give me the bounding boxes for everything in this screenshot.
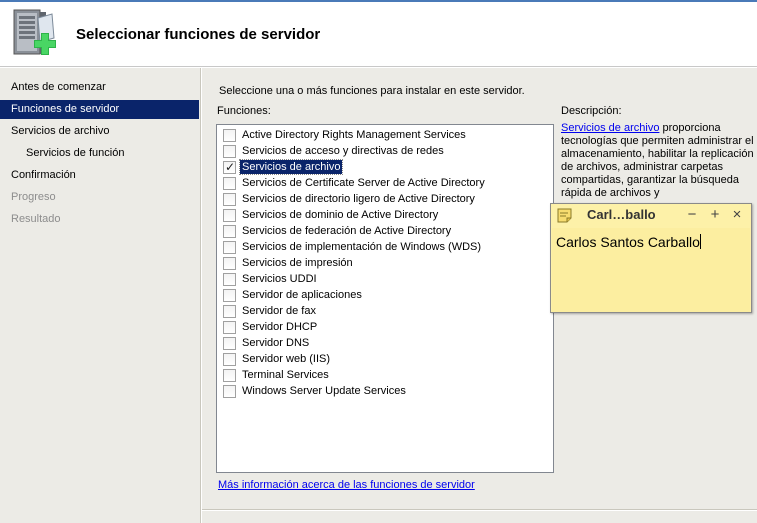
roles-checklist[interactable]: Active Directory Rights Management Servi… xyxy=(216,124,554,473)
role-checkbox[interactable] xyxy=(223,241,236,254)
bottom-divider-highlight xyxy=(202,510,757,511)
role-item[interactable]: Servidor de aplicaciones xyxy=(217,287,553,303)
sticky-note-text-line[interactable]: Carlos Santos Carballo xyxy=(556,234,701,250)
sticky-note-title-bar[interactable]: Carl…ballo − + × xyxy=(551,204,751,227)
role-checkbox[interactable] xyxy=(223,273,236,286)
role-item[interactable]: Active Directory Rights Management Servi… xyxy=(217,127,553,143)
role-item[interactable]: Servidor DHCP xyxy=(217,319,553,335)
sticky-note-body[interactable]: Carlos Santos Carballo xyxy=(552,228,750,312)
sticky-note-title: Carl…ballo xyxy=(587,207,656,222)
role-label: Servicios de federación de Active Direct… xyxy=(242,225,452,237)
role-item[interactable]: Servicios de Certificate Server de Activ… xyxy=(217,175,553,191)
step-funciones-de-servidor[interactable]: Funciones de servidor xyxy=(0,100,199,119)
roles-label: Funciones: xyxy=(217,105,271,117)
role-label: Servidor de fax xyxy=(242,305,316,317)
role-label: Servicios de directorio ligero de Active… xyxy=(242,193,475,205)
role-item[interactable]: Servicios de dominio de Active Directory xyxy=(217,207,553,223)
description-title: Descripción: xyxy=(561,105,622,117)
role-label: Servidor de aplicaciones xyxy=(242,289,362,301)
role-label: Servidor web (IIS) xyxy=(242,353,331,365)
role-label: Servicios de implementación de Windows (… xyxy=(242,241,482,253)
role-label: Windows Server Update Services xyxy=(242,385,406,397)
header-top-line xyxy=(0,0,757,2)
role-checkbox[interactable] xyxy=(223,129,236,142)
step-resultado: Resultado xyxy=(11,213,61,225)
role-checkbox[interactable] xyxy=(223,337,236,350)
role-item[interactable]: Windows Server Update Services xyxy=(217,383,553,399)
role-item[interactable]: Servidor web (IIS) xyxy=(217,351,553,367)
role-checkbox[interactable] xyxy=(223,353,236,366)
role-item[interactable]: Terminal Services xyxy=(217,367,553,383)
sticky-note-icon xyxy=(557,208,572,223)
role-checkbox[interactable] xyxy=(223,225,236,238)
role-item[interactable]: Servidor de fax xyxy=(217,303,553,319)
text-caret xyxy=(699,234,701,249)
role-label: Servidor DNS xyxy=(242,337,310,349)
role-label: Servicios de Certificate Server de Activ… xyxy=(242,177,485,189)
more-info-link[interactable]: Más información acerca de las funciones … xyxy=(218,479,475,491)
role-item[interactable]: Servicios de implementación de Windows (… xyxy=(217,239,553,255)
step-confirmacion[interactable]: Confirmación xyxy=(0,166,199,185)
role-label: Active Directory Rights Management Servi… xyxy=(242,129,466,141)
role-checkbox[interactable] xyxy=(223,145,236,158)
role-label: Terminal Services xyxy=(242,369,329,381)
role-checkbox[interactable] xyxy=(223,385,236,398)
description-role-link[interactable]: Servicios de archivo xyxy=(561,122,659,134)
role-checkbox[interactable] xyxy=(223,160,236,174)
role-item[interactable]: Servidor DNS xyxy=(217,335,553,351)
step-progreso: Progreso xyxy=(11,191,56,203)
wizard-header: Seleccionar funciones de servidor xyxy=(0,0,757,67)
description-text: Servicios de archivo proporciona tecnolo… xyxy=(561,122,756,206)
role-checkbox[interactable] xyxy=(223,289,236,302)
sticky-note-window[interactable]: Carl…ballo − + × Carlos Santos Carballo xyxy=(550,203,752,313)
role-item[interactable]: Servicios UDDI xyxy=(217,271,553,287)
minimize-icon[interactable]: − xyxy=(683,205,701,225)
role-checkbox[interactable] xyxy=(223,369,236,382)
step-servicios-de-archivo[interactable]: Servicios de archivo xyxy=(0,122,199,141)
role-label: Servicios UDDI xyxy=(242,273,317,285)
page-title: Seleccionar funciones de servidor xyxy=(76,26,321,43)
role-label: Servidor DHCP xyxy=(242,321,318,333)
role-checkbox[interactable] xyxy=(223,177,236,190)
role-label: Servicios de archivo xyxy=(238,159,344,175)
role-checkbox[interactable] xyxy=(223,257,236,270)
role-checkbox[interactable] xyxy=(223,321,236,334)
role-label: Servicios de dominio de Active Directory xyxy=(242,209,439,221)
role-item[interactable]: Servicios de acceso y directivas de rede… xyxy=(217,143,553,159)
add-note-icon[interactable]: + xyxy=(706,205,724,225)
role-item[interactable]: Servicios de archivo xyxy=(217,159,553,175)
role-label: Servicios de impresión xyxy=(242,257,353,269)
role-checkbox[interactable] xyxy=(223,209,236,222)
sticky-note-text[interactable]: Carlos Santos Carballo xyxy=(556,234,700,250)
wizard-steps-sidebar: Antes de comenzar Funciones de servidor … xyxy=(0,68,201,523)
role-checkbox[interactable] xyxy=(223,305,236,318)
role-checkbox[interactable] xyxy=(223,193,236,206)
role-label: Servicios de acceso y directivas de rede… xyxy=(242,145,444,157)
role-item[interactable]: Servicios de federación de Active Direct… xyxy=(217,223,553,239)
close-icon[interactable]: × xyxy=(728,205,746,225)
server-add-icon xyxy=(13,9,56,55)
role-item[interactable]: Servicios de impresión xyxy=(217,255,553,271)
step-antes-de-comenzar[interactable]: Antes de comenzar xyxy=(0,78,199,97)
role-item[interactable]: Servicios de directorio ligero de Active… xyxy=(217,191,553,207)
intro-text: Seleccione una o más funciones para inst… xyxy=(219,85,525,97)
step-servicios-de-funcion[interactable]: Servicios de función xyxy=(0,144,199,163)
